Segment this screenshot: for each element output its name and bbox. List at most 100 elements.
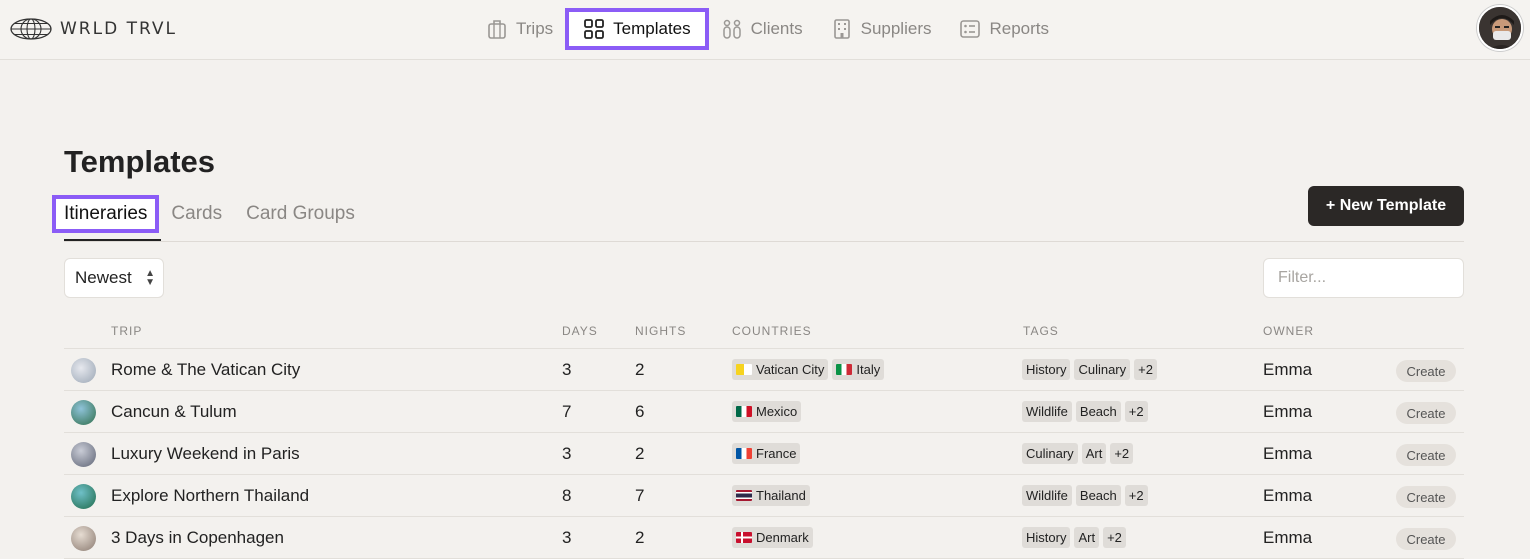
nav-item-reports[interactable]: Reports [945, 8, 1063, 50]
trip-name[interactable]: Rome & The Vatican City [111, 360, 300, 380]
main-nav: Trips Templates Clients Suppliers Report… [472, 8, 1063, 50]
chevron-updown-icon: ▲ ▼ [145, 268, 155, 288]
create-button[interactable]: Create [1396, 528, 1456, 550]
tag-more-chip: +2 [1103, 527, 1126, 548]
header-nights: NIGHTS [635, 324, 687, 338]
new-template-button[interactable]: + New Template [1308, 186, 1464, 226]
nav-label: Trips [516, 19, 554, 38]
grid-icon [584, 19, 605, 39]
people-icon [722, 19, 741, 39]
create-button[interactable]: Create [1396, 486, 1456, 508]
trip-thumbnail [71, 484, 96, 509]
nav-item-clients[interactable]: Clients [707, 8, 817, 50]
trip-owner: Emma [1263, 486, 1313, 505]
tab-itineraries[interactable]: Itineraries [51, 195, 160, 233]
trip-owner: Emma [1263, 528, 1313, 547]
tag-chip: Beach [1075, 485, 1121, 506]
country-name: France [756, 446, 797, 461]
denmark-flag-icon [736, 532, 752, 543]
trip-thumbnail [71, 358, 96, 383]
country-chip: Thailand [732, 485, 810, 506]
table-row[interactable]: Cancun & Tulum 7 6 Mexico Wildlife Beach… [64, 391, 1464, 433]
top-navbar: WRLD TRVL Trips Templates Clients Suppli… [0, 0, 1530, 60]
trip-days: 3 [562, 444, 572, 463]
vatican-flag-icon [736, 364, 752, 375]
create-button[interactable]: Create [1396, 360, 1456, 382]
filter-input[interactable] [1263, 258, 1464, 298]
trip-nights: 7 [635, 486, 645, 505]
trip-days: 3 [562, 528, 572, 547]
country-name: Mexico [756, 404, 798, 419]
trip-name[interactable]: Luxury Weekend in Paris [111, 444, 300, 464]
tag-chip: Wildlife [1022, 401, 1072, 422]
country-chip: Denmark [732, 527, 813, 548]
brand-name: WRLD TRVL [60, 19, 177, 39]
trip-nights: 2 [635, 528, 645, 547]
italy-flag-icon [836, 364, 853, 375]
tag-chip: Culinary [1022, 443, 1078, 464]
table-row[interactable]: Explore Northern Thailand 8 7 Thailand W… [64, 475, 1464, 517]
globe-icon [10, 18, 52, 40]
nav-label: Suppliers [860, 19, 932, 38]
country-chip: Mexico [732, 401, 802, 422]
sort-value: Newest [75, 268, 132, 287]
page-title: Templates [64, 144, 216, 179]
tag-chips: History Culinary +2 [1022, 359, 1157, 380]
tag-more-chip: +2 [1124, 401, 1148, 422]
trip-nights: 2 [635, 444, 645, 463]
nav-label: Reports [989, 19, 1050, 38]
country-chip: France [732, 443, 801, 464]
header-owner: OWNER [1263, 324, 1314, 338]
tag-chip: History [1022, 359, 1071, 380]
trip-name[interactable]: Explore Northern Thailand [111, 486, 309, 506]
tag-chip: Culinary [1074, 359, 1131, 380]
country-name: Italy [856, 362, 881, 377]
tabs-divider [64, 241, 1464, 242]
tab-card-groups[interactable]: Card Groups [238, 201, 363, 227]
tag-more-chip: +2 [1110, 443, 1134, 464]
table-row[interactable]: Rome & The Vatican City 3 2 Vatican City… [64, 349, 1464, 391]
trip-name[interactable]: Cancun & Tulum [111, 402, 237, 422]
thailand-flag-icon [736, 490, 752, 501]
trip-days: 8 [562, 486, 572, 505]
nav-item-suppliers[interactable]: Suppliers [817, 8, 946, 50]
table-row[interactable]: 3 Days in Copenhagen 3 2 Denmark History… [64, 517, 1464, 559]
table-row[interactable]: Luxury Weekend in Paris 3 2 France Culin… [64, 433, 1464, 475]
country-name: Thailand [756, 488, 806, 503]
mexico-flag-icon [736, 406, 752, 417]
country-chips: Denmark [732, 527, 813, 548]
tag-chips: Wildlife Beach +2 [1022, 485, 1148, 506]
template-tabs: Itineraries Cards Card Groups [51, 195, 363, 233]
nav-item-trips[interactable]: Trips [472, 8, 567, 50]
country-chip: Vatican City [732, 359, 829, 380]
brand-logo[interactable]: WRLD TRVL [10, 16, 177, 42]
create-button[interactable]: Create [1396, 444, 1456, 466]
trip-nights: 2 [635, 360, 645, 379]
nav-item-templates[interactable]: Templates [565, 8, 709, 50]
header-tags: TAGS [1023, 324, 1059, 338]
trip-owner: Emma [1263, 360, 1313, 379]
country-chips: Mexico [732, 401, 802, 422]
user-avatar[interactable] [1477, 5, 1523, 51]
tag-chip: Art [1081, 443, 1107, 464]
tag-chip: Wildlife [1022, 485, 1072, 506]
country-chip: Italy [832, 359, 885, 380]
country-chips: Vatican City Italy [732, 359, 885, 380]
report-icon [960, 20, 981, 38]
trip-thumbnail [71, 526, 96, 551]
sort-select[interactable]: Newest ▲ ▼ [64, 258, 164, 298]
header-trip: TRIP [111, 324, 143, 338]
suitcase-icon [488, 20, 506, 39]
header-countries: COUNTRIES [732, 324, 812, 338]
country-name: Denmark [756, 530, 809, 545]
trip-name[interactable]: 3 Days in Copenhagen [111, 528, 284, 548]
nav-label: Clients [750, 19, 803, 38]
nav-label: Templates [613, 19, 691, 38]
country-chips: Thailand [732, 485, 810, 506]
create-button[interactable]: Create [1396, 402, 1456, 424]
trip-days: 7 [562, 402, 572, 421]
tab-cards[interactable]: Cards [163, 201, 230, 227]
trip-owner: Emma [1263, 444, 1313, 463]
trip-thumbnail [71, 442, 96, 467]
trip-owner: Emma [1263, 402, 1313, 421]
